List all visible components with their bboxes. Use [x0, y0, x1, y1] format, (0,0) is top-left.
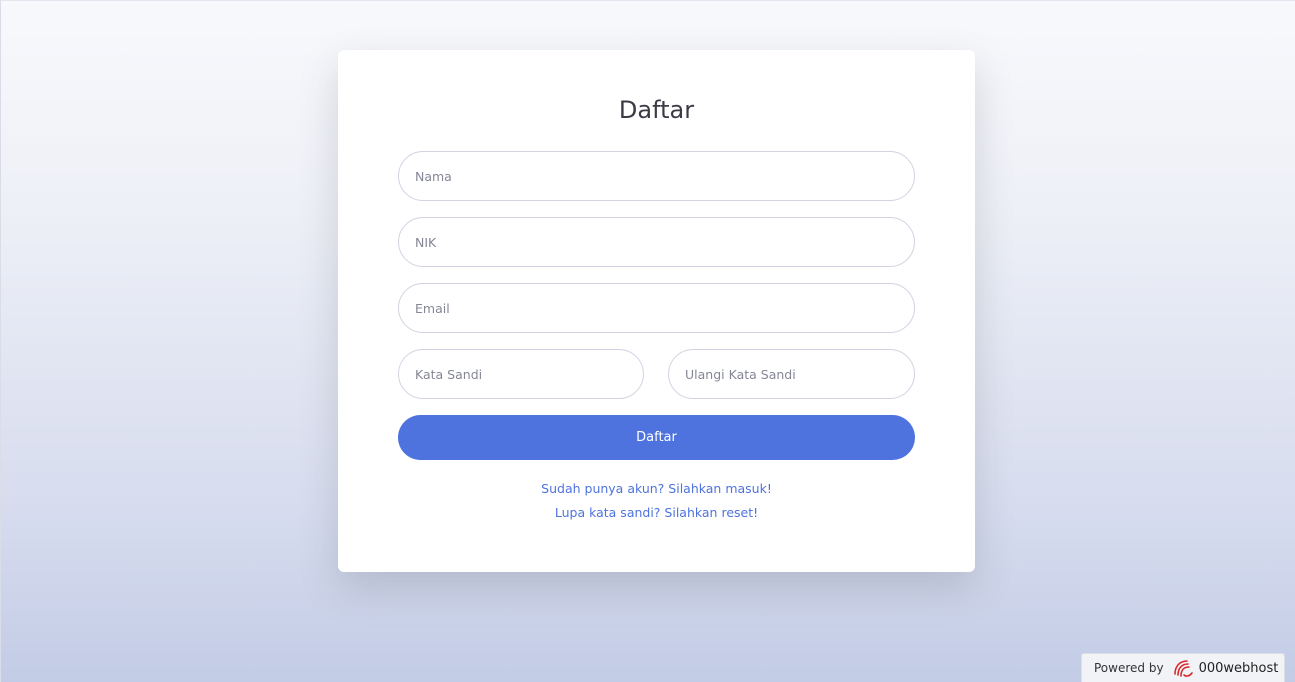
- 000webhost-logo-icon: [1171, 658, 1195, 678]
- page-title: Daftar: [618, 96, 695, 124]
- brand-name: 000webhost: [1198, 660, 1279, 676]
- reset-password-link[interactable]: Lupa kata sandi? Silahkan reset!: [338, 505, 975, 520]
- nama-input[interactable]: [398, 151, 915, 201]
- powered-by-badge[interactable]: Powered by 000webhost: [1081, 653, 1285, 682]
- nik-input[interactable]: [398, 217, 915, 267]
- register-button[interactable]: Daftar: [398, 415, 915, 460]
- repeat-password-input[interactable]: [668, 349, 915, 399]
- password-input[interactable]: [398, 349, 644, 399]
- register-card: Daftar Daftar Sudah punya akun? Silahkan…: [338, 50, 975, 572]
- login-link[interactable]: Sudah punya akun? Silahkan masuk!: [338, 481, 975, 496]
- email-input[interactable]: [398, 283, 915, 333]
- powered-by-label: Powered by: [1094, 661, 1164, 675]
